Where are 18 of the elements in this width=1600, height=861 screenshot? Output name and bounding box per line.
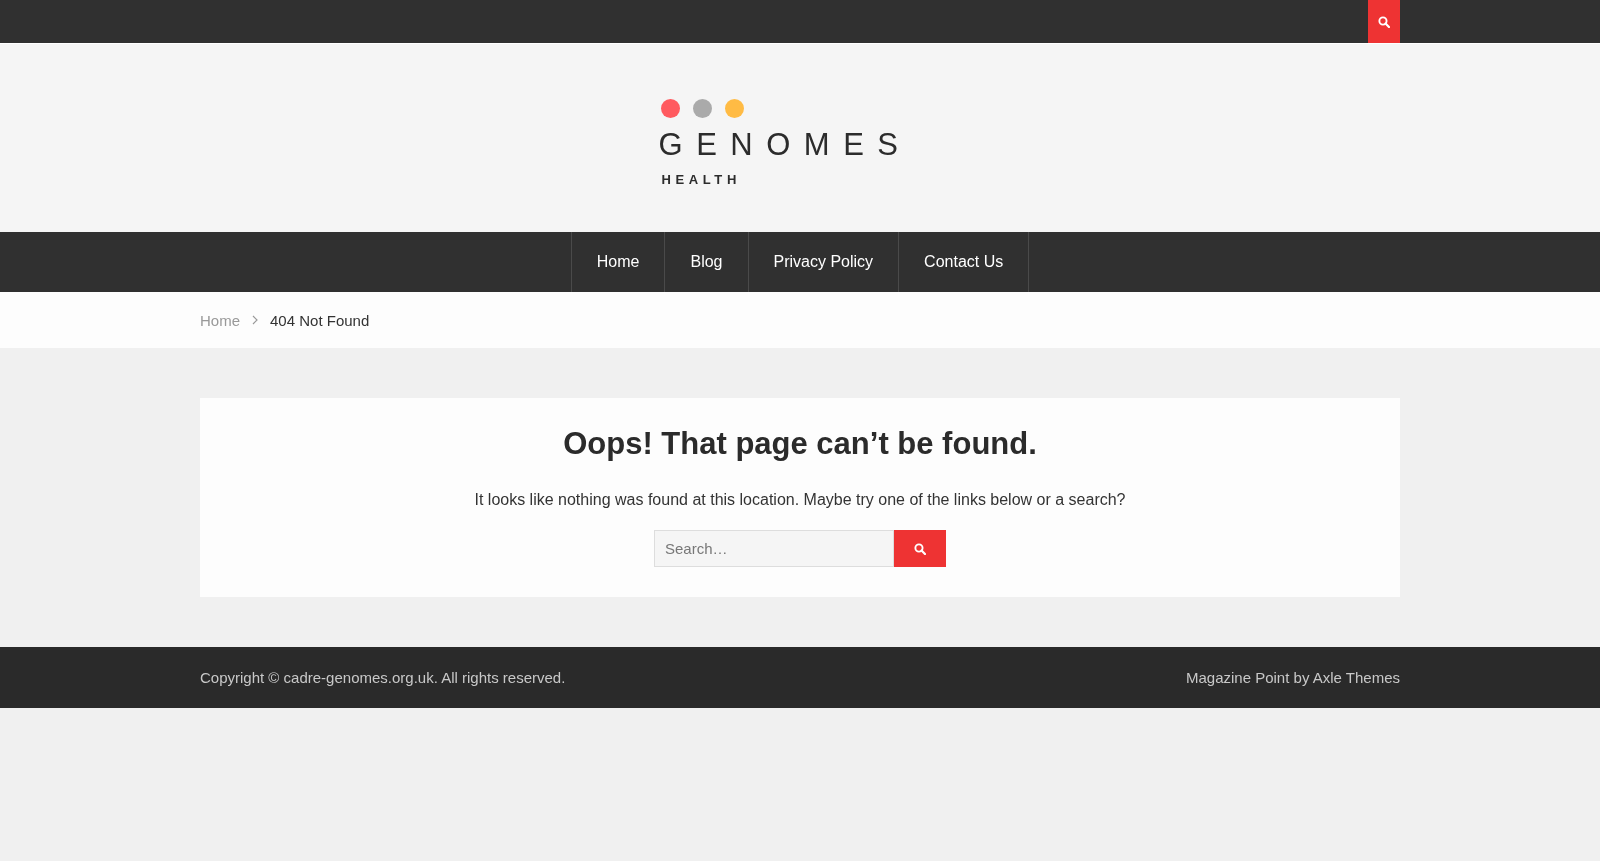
logo-dots-icon	[660, 99, 744, 118]
search-icon	[1378, 15, 1390, 28]
nav-link[interactable]: Privacy Policy	[748, 232, 899, 292]
search-field[interactable]: Search…	[654, 530, 894, 567]
error-message: It looks like nothing was found at this location. Maybe try one of the links below or a search?	[473, 490, 1127, 510]
search-button[interactable]	[1368, 0, 1400, 43]
nav-link[interactable]: Blog	[665, 232, 748, 292]
breadcrumb-current: 404 Not Found	[270, 311, 370, 329]
logo-wordmark[interactable]: GENOMES	[658, 128, 912, 162]
chevron-right-icon	[252, 315, 258, 325]
nav-link[interactable]: Contact Us	[899, 232, 1029, 292]
copyright-text: Copyright © cadre-genomes.org.uk. All rights reserved.	[200, 669, 566, 686]
nav-link[interactable]: Home	[571, 232, 665, 292]
search-icon	[914, 542, 926, 555]
theme-credit: Magazine Point by Axle Themes	[1186, 669, 1400, 686]
search-submit-button[interactable]	[894, 530, 946, 567]
logo-tagline: HEALTH	[661, 173, 741, 187]
page-title: Oops! That page can’t be found.	[562, 425, 1038, 463]
